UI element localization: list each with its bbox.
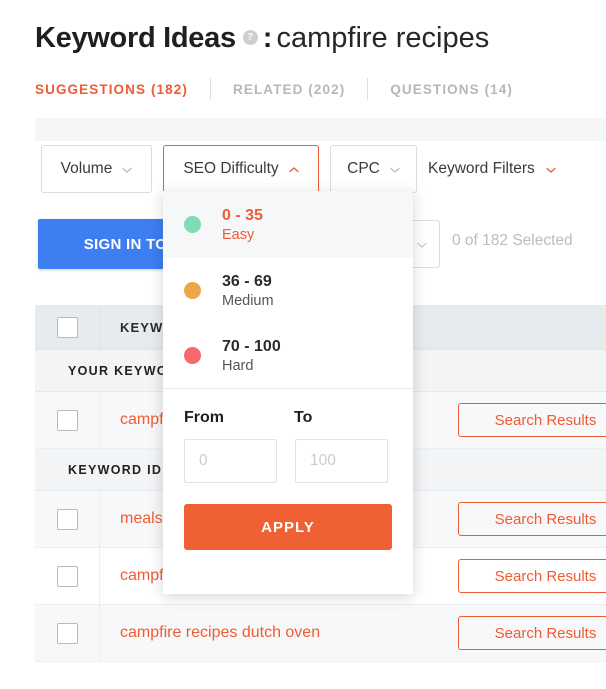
to-input[interactable] — [295, 439, 388, 483]
difficulty-dot-hard — [184, 347, 201, 364]
difficulty-range: 70 - 100 — [222, 337, 281, 355]
difficulty-range: 36 - 69 — [222, 272, 272, 290]
search-results-button[interactable]: Search Results — [458, 502, 606, 536]
select-all-checkbox[interactable] — [56, 316, 78, 338]
row-select-cell[interactable] — [35, 605, 100, 661]
filter-seo-difficulty-label: SEO Difficulty — [183, 160, 279, 177]
difficulty-dot-easy — [184, 216, 201, 233]
difficulty-name: Easy — [222, 226, 255, 243]
row-checkbox[interactable] — [56, 565, 78, 587]
row-checkbox[interactable] — [56, 409, 78, 431]
table-row: campfire recipes dutch oven Search Resul… — [35, 605, 606, 662]
filter-cpc-label: CPC — [347, 160, 380, 177]
select-all-cell[interactable] — [35, 305, 100, 349]
difficulty-name: Medium — [222, 292, 274, 309]
page-title-keyword: campfire recipes — [276, 22, 490, 54]
row-actions: Search Results — [458, 616, 606, 650]
search-results-button[interactable]: Search Results — [458, 559, 606, 593]
filter-seo-difficulty-button[interactable]: SEO Difficulty — [163, 145, 319, 193]
range-filter-area: From To — [163, 389, 413, 483]
page-title-text: Keyword Ideas — [35, 22, 236, 54]
range-labels: From To — [184, 409, 392, 427]
row-select-cell[interactable] — [35, 548, 100, 604]
difficulty-dot-medium — [184, 282, 201, 299]
chevron-up-icon — [288, 164, 299, 175]
keyword-filters-label: Keyword Filters — [428, 160, 535, 177]
difficulty-option-medium[interactable]: 36 - 69 Medium — [163, 258, 413, 323]
chevron-down-icon — [121, 164, 132, 175]
from-input[interactable] — [184, 439, 277, 483]
from-label: From — [184, 409, 224, 426]
filter-volume-label: Volume — [60, 160, 113, 177]
title-colon: : — [262, 22, 273, 54]
question-mark-icon[interactable]: ? — [242, 30, 258, 45]
chevron-down-icon — [389, 164, 400, 175]
seo-difficulty-dropdown-panel: 0 - 35 Easy 36 - 69 Medium 70 - 100 Hard… — [163, 191, 413, 594]
range-inputs — [184, 439, 392, 483]
difficulty-option-texts: 0 - 35 Easy — [222, 206, 263, 244]
difficulty-option-texts: 70 - 100 Hard — [222, 337, 281, 375]
tab-divider — [209, 78, 211, 100]
tab-related[interactable]: RELATED (202) — [233, 82, 345, 97]
row-actions: Search Results — [458, 559, 606, 593]
table-row — [35, 662, 606, 689]
search-results-button[interactable]: Search Results — [458, 616, 606, 650]
difficulty-option-texts: 36 - 69 Medium — [222, 272, 274, 310]
filter-band — [35, 118, 606, 141]
tab-suggestions[interactable]: SUGGESTIONS (182) — [35, 82, 188, 97]
keyword-filters-button[interactable]: Keyword Filters — [428, 145, 556, 193]
difficulty-option-hard[interactable]: 70 - 100 Hard — [163, 323, 413, 388]
chevron-down-icon — [545, 164, 556, 175]
row-actions: Search Results — [458, 502, 606, 536]
keyword-link[interactable]: campfire recipes dutch oven — [100, 624, 320, 642]
tab-bar: SUGGESTIONS (182) RELATED (202) QUESTION… — [35, 78, 513, 100]
filter-volume-button[interactable]: Volume — [41, 145, 152, 193]
filter-cpc-button[interactable]: CPC — [330, 145, 417, 193]
apply-button[interactable]: APPLY — [184, 504, 392, 550]
selected-count-label: 0 of 182 Selected — [452, 232, 573, 249]
tab-questions[interactable]: QUESTIONS (14) — [390, 82, 513, 97]
row-checkbox[interactable] — [56, 508, 78, 530]
tab-divider — [367, 78, 369, 100]
search-results-button[interactable]: Search Results — [458, 403, 606, 437]
keyword-ideas-page: Keyword Ideas?: campfire recipes SUGGESTI… — [0, 0, 606, 689]
chevron-down-icon — [416, 239, 427, 250]
difficulty-range: 0 - 35 — [222, 206, 263, 224]
row-select-cell[interactable] — [35, 392, 100, 448]
page-title: Keyword Ideas?: campfire recipes — [35, 18, 489, 58]
row-actions: Search Results — [458, 403, 606, 437]
difficulty-name: Hard — [222, 357, 254, 374]
row-checkbox[interactable] — [56, 622, 78, 644]
difficulty-option-easy[interactable]: 0 - 35 Easy — [163, 191, 413, 258]
row-select-cell[interactable] — [35, 491, 100, 547]
to-label: To — [294, 409, 313, 426]
